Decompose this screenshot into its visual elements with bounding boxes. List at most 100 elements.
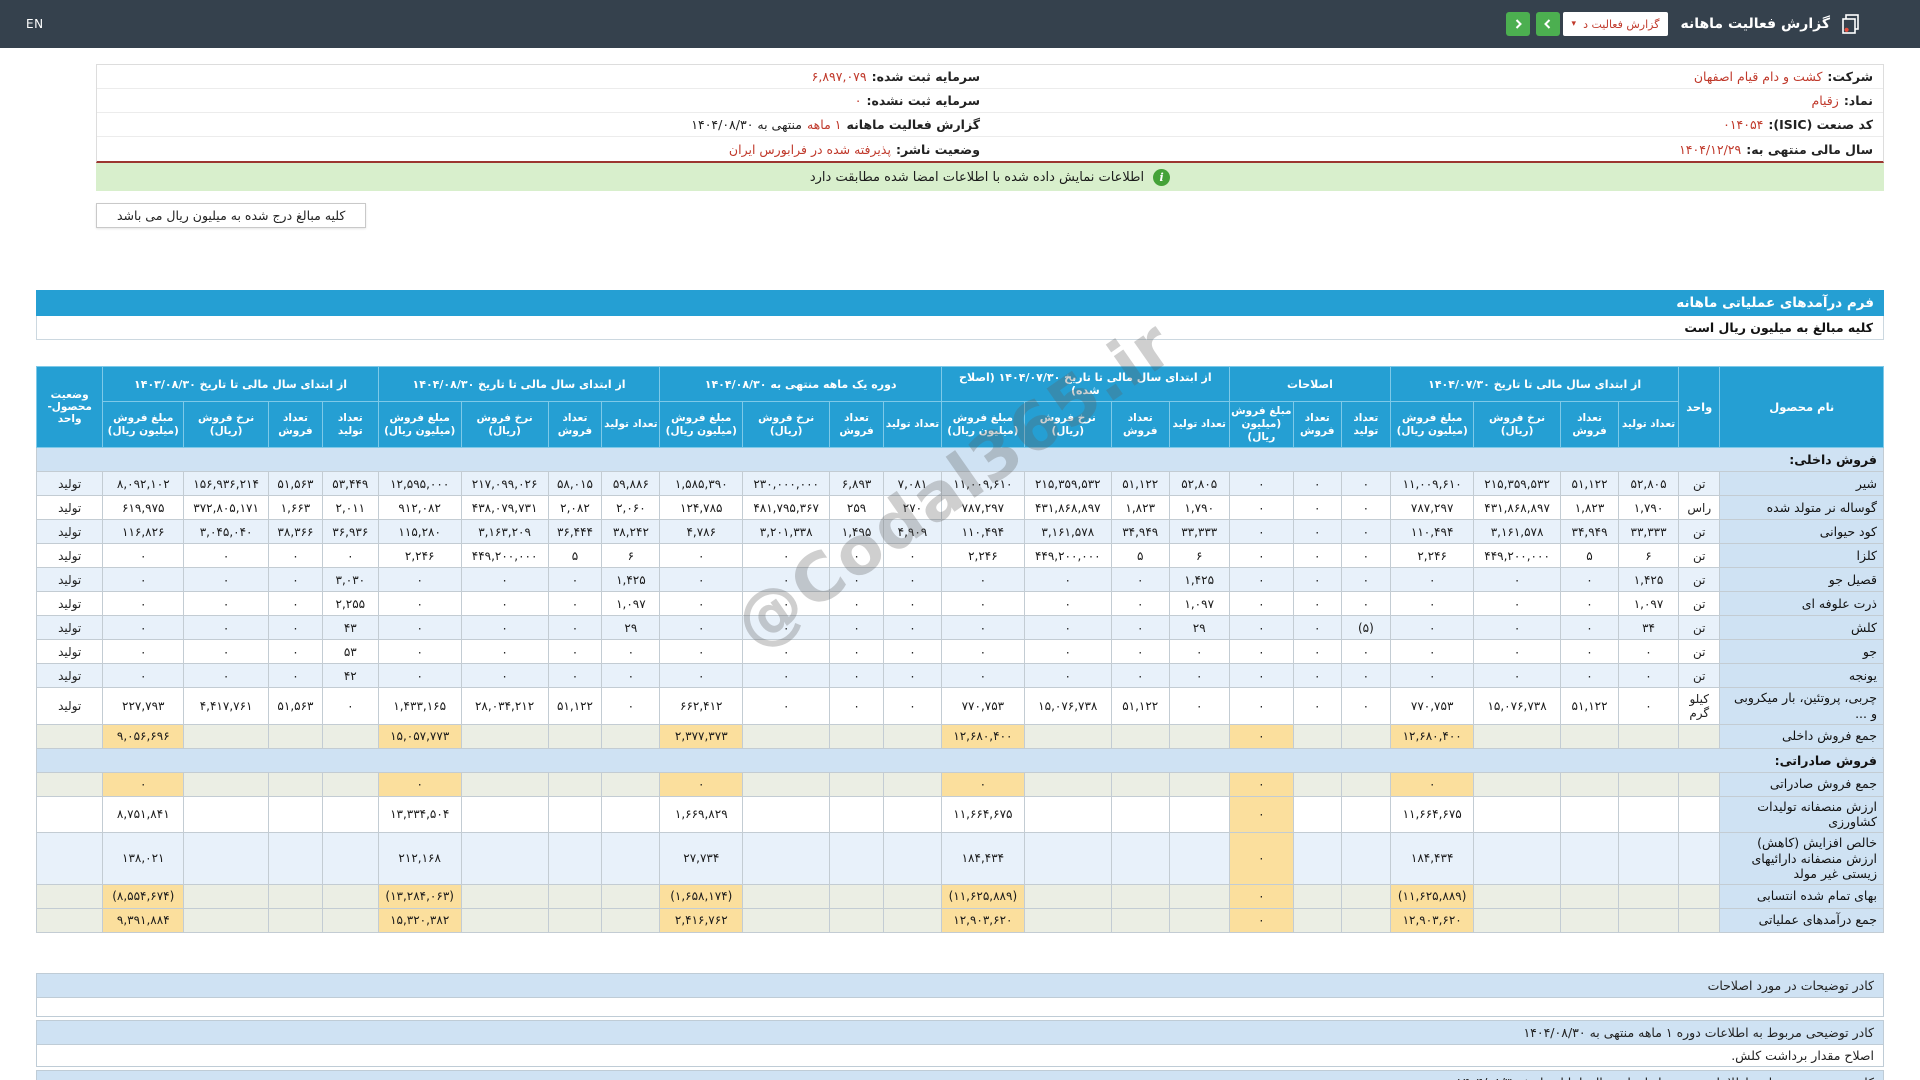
value-cell: [1110, 795, 1170, 833]
value-cell: ۰: [940, 591, 1025, 617]
value-cell: [547, 907, 603, 933]
value-cell: ۲,۰۸۲: [547, 495, 603, 521]
value-cell: ۰: [183, 615, 270, 641]
product-name: گوساله نر متولد شده: [1719, 495, 1884, 521]
info-field: سال مالی منتهی به: ۱۴۰۴/۱۲/۲۹: [990, 137, 1883, 161]
value-cell: ۳۳,۳۳۳: [1168, 519, 1230, 545]
report-file-icon[interactable]: [1842, 14, 1860, 34]
product-name: جمع فروش صادراتی: [1719, 771, 1884, 797]
value-cell: ۱۱,۶۶۴,۶۷۵: [1390, 795, 1475, 833]
value-cell: ۰: [1110, 591, 1170, 617]
value-cell: ۰: [1292, 639, 1342, 665]
value-cell: ۰: [268, 663, 323, 689]
value-cell: [1560, 771, 1620, 797]
value-cell: [1023, 883, 1112, 909]
value-cell: [460, 723, 549, 749]
value-cell: ۰: [1390, 591, 1475, 617]
value-cell: ۲,۲۴۶: [940, 543, 1025, 569]
value-cell: ۳,۲۰۱,۳۳۸: [742, 519, 831, 545]
column-header: تعداد فروش: [1110, 400, 1170, 449]
footer-block-header: کادر توضیحی مربوط به اطلاعات تجمعی از اب…: [36, 1069, 1884, 1080]
value-cell: ۰: [268, 639, 323, 665]
column-header: تعداد تولید: [1618, 400, 1680, 449]
value-cell: [882, 831, 942, 885]
value-cell: ۴۳۱,۸۶۸,۸۹۷: [1023, 495, 1112, 521]
info-value: ۱ ماهه: [806, 117, 842, 132]
column-header: نرخ فروش (ریال): [742, 400, 831, 449]
value-cell: ۰: [882, 591, 942, 617]
value-cell: ۶: [601, 543, 661, 569]
value-cell: ۹,۳۹۱,۸۸۴: [102, 907, 185, 933]
value-cell: [268, 883, 323, 909]
value-cell: [321, 883, 379, 909]
value-cell: ۴۲: [321, 663, 379, 689]
value-cell: ۲۹: [1168, 615, 1230, 641]
value-cell: ۷۷۰,۷۵۳: [940, 687, 1025, 725]
value-cell: [742, 907, 831, 933]
next-report-button[interactable]: [1535, 12, 1560, 36]
report-type-select[interactable]: گزارش فعالیت د ▾: [1562, 12, 1669, 36]
sum-row: جمع فروش صادراتی ۰ ۰ ۰ ۰ ۰ ۰: [35, 771, 1884, 797]
caret-down-icon: ▾: [1571, 19, 1577, 29]
column-header: از ابتدای سال مالی تا تاریخ ۱۴۰۴/۰۷/۳۰ (…: [940, 366, 1230, 402]
product-row: جو تن ۰ ۰ ۰ ۰ ۰ ۰ ۰ ۰ ۰ ۰ ۰ ۰ ۰ ۰ ۰ ۰ ۰ ۰ ۰ ۵۳ ۰ ۰ ۰ تولید: [35, 639, 1884, 665]
value-cell: ۰: [1390, 615, 1475, 641]
info-value: ۶,۸۹۷,۰۷۹: [811, 69, 867, 84]
value-cell: [268, 795, 323, 833]
value-cell: [1292, 883, 1342, 909]
table-section: نام محصول واحد از ابتدای سال مالی تا تاریخ…: [35, 305, 1884, 933]
value-cell: ۰: [1340, 495, 1392, 521]
page-title: گزارش فعالیت ماهانه: [1680, 16, 1830, 32]
value-cell: ۰: [1228, 687, 1294, 725]
value-cell: ۰: [829, 591, 884, 617]
value-cell: ۵۱,۱۲۲: [1560, 471, 1620, 497]
product-name: جو: [1719, 639, 1884, 665]
value-cell: ۰: [742, 663, 831, 689]
product-row: چربی، پروتئین، بار میکروبی و ... کیلو گرم…: [35, 687, 1884, 725]
value-cell: ۳,۱۶۱,۵۷۸: [1023, 519, 1112, 545]
product-name: کلزا: [1719, 543, 1884, 569]
value-cell: ۷,۰۸۱: [882, 471, 942, 497]
value-cell: ۰: [1228, 723, 1294, 749]
value-cell: [1560, 795, 1620, 833]
value-cell: ۲۳۰,۰۰۰,۰۰۰: [742, 471, 831, 497]
product-row: کود حیوانی تن ۳۳,۳۳۳ ۳۴,۹۴۹ ۳,۱۶۱,۵۷۸ ۱۱۰,۴۹۴…: [35, 519, 1884, 545]
value-cell: ۰: [659, 639, 744, 665]
value-cell: ۰: [183, 639, 270, 665]
column-header: نرخ فروش (ریال): [1023, 400, 1112, 449]
value-cell: ۱,۴۳۳,۱۶۵: [377, 687, 462, 725]
product-name: شیر: [1719, 471, 1884, 497]
value-cell: [1473, 831, 1562, 885]
column-header: تعداد فروش: [829, 400, 884, 449]
value-cell: ۰: [377, 639, 462, 665]
info-value: ۰۱۴۰۵۴: [1723, 117, 1764, 132]
column-header: دوره یک ماهه منتهی به ۱۴۰۴/۰۸/۳۰: [659, 366, 942, 402]
value-cell: ۱,۴۹۵: [829, 519, 884, 545]
value-cell: ۰: [1228, 883, 1294, 909]
info-value: ۰: [854, 93, 862, 108]
value-cell: ۰: [601, 639, 661, 665]
value-cell: ۳۳,۳۳۳: [1618, 519, 1680, 545]
value-cell: ۰: [742, 543, 831, 569]
product-name: جمع فروش داخلی: [1719, 723, 1884, 749]
value-cell: ۲,۲۵۵: [321, 591, 379, 617]
amounts-note: کلیه مبالغ درج شده به میلیون ریال می باش…: [96, 203, 367, 228]
value-cell: ۰: [1340, 567, 1392, 593]
value-cell: ۵۸,۰۱۵: [547, 471, 603, 497]
value-cell: ۰: [1023, 663, 1112, 689]
value-cell: ۰: [1473, 591, 1562, 617]
value-cell: ۰: [102, 591, 185, 617]
language-link[interactable]: EN: [26, 17, 44, 31]
value-cell: [1168, 795, 1230, 833]
value-cell: ۰: [882, 639, 942, 665]
value-cell: [1473, 771, 1562, 797]
value-cell: ۰: [940, 771, 1025, 797]
value-cell: [1023, 795, 1112, 833]
value-cell: [1023, 831, 1112, 885]
value-cell: ۰: [829, 615, 884, 641]
chevron-right-icon: [1515, 19, 1522, 29]
value-cell: [1110, 883, 1170, 909]
value-cell: [1340, 723, 1392, 749]
prev-report-button[interactable]: [1505, 12, 1530, 36]
value-cell: ۰: [1292, 543, 1342, 569]
